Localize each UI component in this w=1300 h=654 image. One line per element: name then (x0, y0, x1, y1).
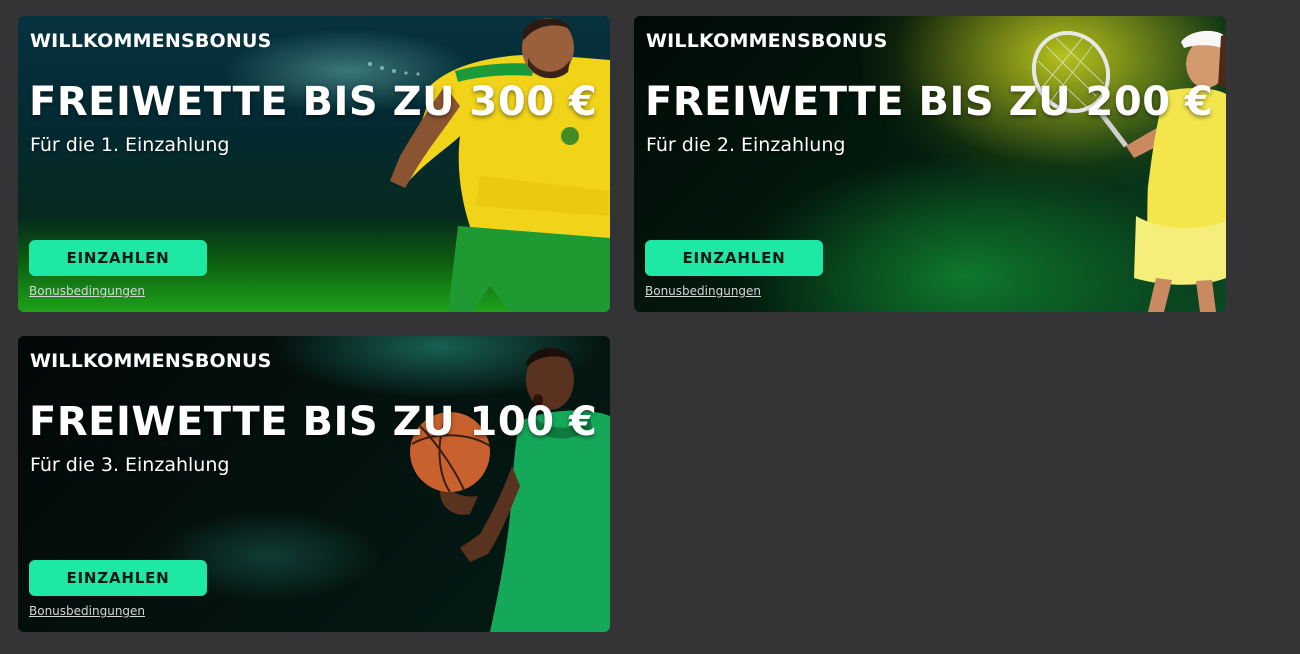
card-eyebrow: WILLKOMMENSBONUS (30, 30, 272, 52)
card-subline: Für die 3. Einzahlung (30, 454, 230, 476)
tennis-player-image (976, 16, 1226, 312)
bonus-card-3: WILLKOMMENSBONUS FREIWETTE BIS ZU 100 € … (18, 336, 610, 632)
bonus-card-1: WILLKOMMENSBONUS FREIWETTE BIS ZU 300 € … (18, 16, 610, 312)
bonus-card-2: WILLKOMMENSBONUS FREIWETTE BIS ZU 200 € … (634, 16, 1226, 312)
deposit-button[interactable]: EINZAHLEN (645, 240, 823, 276)
deposit-button[interactable]: EINZAHLEN (29, 560, 207, 596)
card-eyebrow: WILLKOMMENSBONUS (646, 30, 888, 52)
card-eyebrow: WILLKOMMENSBONUS (30, 350, 272, 372)
card-headline: FREIWETTE BIS ZU 100 € (29, 399, 598, 445)
card-headline: FREIWETTE BIS ZU 200 € (645, 79, 1214, 125)
bonus-terms-link[interactable]: Bonusbedingungen (645, 284, 761, 298)
deposit-button[interactable]: EINZAHLEN (29, 240, 207, 276)
card-subline: Für die 1. Einzahlung (30, 134, 230, 156)
card-subline: Für die 2. Einzahlung (646, 134, 846, 156)
football-player-image (360, 16, 610, 312)
bonus-terms-link[interactable]: Bonusbedingungen (29, 604, 145, 618)
bonus-offers-grid: WILLKOMMENSBONUS FREIWETTE BIS ZU 300 € … (0, 0, 1300, 654)
bonus-terms-link[interactable]: Bonusbedingungen (29, 284, 145, 298)
card-headline: FREIWETTE BIS ZU 300 € (29, 79, 598, 125)
basketball-player-image (360, 336, 610, 632)
